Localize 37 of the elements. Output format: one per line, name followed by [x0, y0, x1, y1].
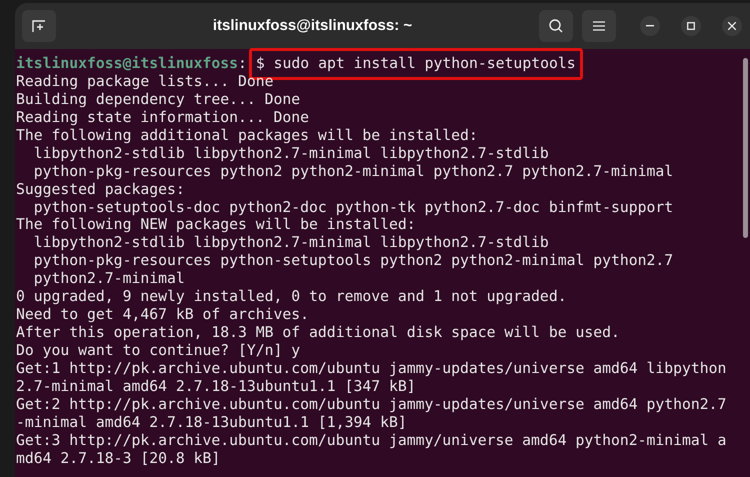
- minimize-icon: [646, 25, 654, 27]
- output-line: Building dependency tree... Done: [16, 90, 302, 109]
- output-line: libpython2-stdlib libpython2.7-minimal libpython2.7-stdlib: [32, 234, 550, 252]
- new-tab-button[interactable]: [22, 10, 56, 42]
- output-line: Get:3 http://pk.archive.ubuntu.com/ubuntu jammy/universe amd64 python2-minimal a: [16, 432, 728, 450]
- search-button[interactable]: [539, 10, 573, 42]
- output-line: Need to get 4,467 kB of archives.: [16, 306, 310, 324]
- new-tab-icon: [32, 19, 46, 33]
- maximize-button[interactable]: [681, 16, 701, 36]
- menu-icon: [593, 21, 605, 31]
- output-line: The following NEW packages will be installed:: [16, 216, 417, 234]
- prompt-user-host: itslinuxfoss@itslinuxfoss: [16, 55, 238, 73]
- search-icon: [548, 18, 564, 34]
- prompt-separator: :: [238, 55, 247, 73]
- minimize-button[interactable]: [640, 16, 660, 36]
- output-line: Reading state information... Done: [16, 108, 310, 127]
- output-line: md64 2.7.18-3 [20.8 kB]: [16, 450, 222, 468]
- close-icon: [728, 22, 736, 30]
- output-line: 2.7-minimal amd64 2.7.18-13ubuntu1.1 [347 kB]: [16, 378, 417, 396]
- output-line: The following additional packages will be installed:: [16, 126, 479, 145]
- window-title: itslinuxfoss@itslinuxfoss: ~: [212, 16, 412, 36]
- command-text: $ sudo apt install python-setuptools: [256, 55, 576, 73]
- close-button[interactable]: [722, 16, 742, 36]
- output-line: Get:1 http://pk.archive.ubuntu.com/ubuntu jammy-updates/universe amd64 libpython: [16, 360, 728, 378]
- output-line: Suggested packages:: [16, 180, 186, 198]
- output-line: python-pkg-resources python-setuptools python2 python2-minimal python2.7: [32, 252, 674, 270]
- output-line: Do you want to continue? [Y/n] y: [16, 342, 302, 360]
- output-line: python-pkg-resources python2 python2-minimal python2.7 python2.7-minimal: [32, 162, 674, 181]
- output-line: python-setuptools-doc python2-doc python-tk python2.7-doc binfmt-support: [32, 198, 674, 216]
- output-line: Get:2 http://pk.archive.ubuntu.com/ubuntu jammy-updates/universe amd64 python2.7: [16, 396, 728, 414]
- output-line: -minimal amd64 2.7.18-13ubuntu1.1 [1,394 kB]: [16, 414, 408, 432]
- output-line: 0 upgraded, 9 newly installed, 0 to remove and 1 not upgraded.: [16, 288, 568, 306]
- maximize-icon: [687, 22, 695, 30]
- output-line: python2.7-minimal: [32, 270, 186, 288]
- output-line: libpython2-stdlib libpython2.7-minimal libpython2.7-stdlib: [32, 144, 550, 163]
- menu-button[interactable]: [582, 10, 616, 42]
- output-line: After this operation, 18.3 MB of additional disk space will be used.: [16, 324, 621, 342]
